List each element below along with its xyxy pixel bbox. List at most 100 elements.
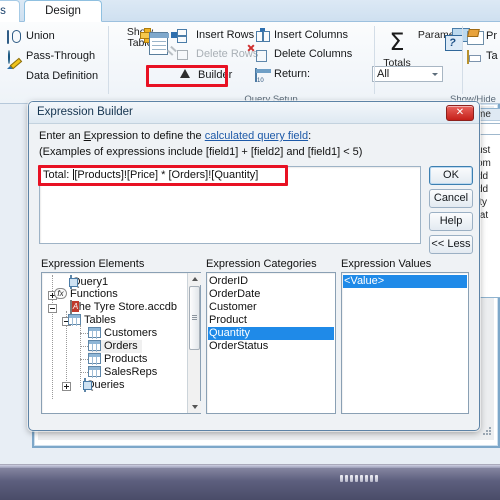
delete-columns-icon <box>247 44 270 62</box>
expression-value: [Products]![Price] * [Orders]![Quantity] <box>74 169 259 181</box>
expression-categories-label: Expression Categories <box>206 258 317 270</box>
ok-label: OK <box>443 169 459 181</box>
taskbar-highlight <box>0 465 500 468</box>
table-icon <box>88 340 101 352</box>
dialog-titlebar[interactable]: Expression Builder ✕ <box>29 102 479 124</box>
tree-label: SalesReps <box>104 366 158 378</box>
table-icon <box>68 314 81 326</box>
insert-rows-icon <box>171 28 192 43</box>
expression-categories-pane[interactable]: OrderID OrderDate Customer Product Quant… <box>206 272 336 414</box>
close-icon[interactable]: ✕ <box>446 105 474 121</box>
ribbon-button-insert-columns[interactable]: Insert Columns <box>254 27 348 44</box>
builder-icon <box>179 66 194 83</box>
taskbar <box>0 464 500 500</box>
query-icon <box>84 378 86 392</box>
prompt-prefix: Enter an <box>39 130 84 142</box>
tab-design[interactable]: Design <box>24 0 102 22</box>
tree-item-products[interactable]: Products <box>88 353 147 366</box>
tree-label: Functions <box>70 288 118 300</box>
insert-columns-icon <box>255 28 270 43</box>
ribbon-return-row: Return: <box>254 66 310 83</box>
prompt-text: Enter an Expression to define the calcul… <box>39 130 311 142</box>
table-icon <box>88 353 101 365</box>
dialog-title: Expression Builder <box>37 106 133 118</box>
examples-text: (Examples of expressions include [field1… <box>39 146 363 158</box>
table-icon <box>88 327 101 339</box>
ribbon-button-delete-columns[interactable]: Delete Columns <box>247 44 353 63</box>
ribbon-tab-strip: s Design <box>0 0 500 22</box>
expression-input[interactable]: Total: [Products]![Price] * [Orders]![Qu… <box>39 166 421 244</box>
return-label: Return: <box>274 68 311 80</box>
ribbon-button-property-sheet[interactable]: Pr <box>466 28 497 45</box>
totals-button[interactable]: Σ Totals <box>376 30 418 69</box>
sigma-icon: Σ <box>389 28 405 56</box>
value-item-selected[interactable]: <Value> <box>343 275 467 288</box>
expression-elements-pane[interactable]: Query1 fx Functions A The Tyre Store.acc… <box>41 272 201 414</box>
field-list-search[interactable] <box>477 123 500 135</box>
group-show-table: Show Table <box>109 22 171 104</box>
group-totals-parameters: Σ Totals ? Parameters <box>376 22 472 104</box>
database-icon: A <box>70 300 79 314</box>
category-item[interactable]: OrderStatus <box>209 340 268 353</box>
calculated-query-field-link[interactable]: calculated query field <box>205 130 308 142</box>
ribbon-button-insert-rows[interactable]: Insert Rows <box>171 27 255 44</box>
cancel-button[interactable]: Cancel <box>429 189 473 208</box>
less-label: << Less <box>431 238 471 250</box>
taskbar-tray-grip[interactable] <box>340 475 384 483</box>
expression-values-label: Expression Values <box>341 258 432 270</box>
group-show-hide: Pr XYZ Ta Show/Hide <box>450 22 500 105</box>
help-button[interactable]: Help <box>429 212 473 231</box>
builder-label: Builder <box>198 69 233 81</box>
table-names-label: Ta <box>486 50 498 62</box>
tree-item-queries[interactable]: Queries <box>68 378 125 392</box>
window-resize-grip[interactable] <box>483 427 492 436</box>
ribbon: s Design Union Pass-Through Data Definit… <box>0 0 500 105</box>
tree-label: The Tyre Store.accdb <box>72 301 177 313</box>
tab-create-label: s <box>0 5 6 17</box>
scroll-down-icon[interactable] <box>188 401 201 413</box>
table-names-icon: XYZ <box>467 49 482 64</box>
union-label: Union <box>26 30 55 42</box>
less-button[interactable]: << Less <box>429 235 473 254</box>
tree-item-database[interactable]: A The Tyre Store.accdb <box>54 300 177 314</box>
tree-item-tables[interactable]: Tables <box>68 314 116 327</box>
category-item[interactable]: OrderDate <box>209 288 260 301</box>
union-icon <box>7 29 22 44</box>
ribbon-button-builder[interactable]: Builder <box>178 66 233 84</box>
tree-item-functions[interactable]: fx Functions <box>54 288 118 301</box>
category-item[interactable]: Customer <box>209 301 257 314</box>
category-item[interactable]: OrderID <box>209 275 248 288</box>
return-icon <box>255 67 270 82</box>
group-query-setup: Insert Rows Delete Rows Builder Insert C… <box>170 22 443 105</box>
tab-create-partial[interactable]: s <box>0 0 20 22</box>
dialog-body: Enter an Expression to define the calcul… <box>29 124 479 430</box>
expression-builder-dialog: Expression Builder ✕ Enter an Expression… <box>27 100 481 432</box>
delete-columns-label: Delete Columns <box>274 48 353 60</box>
ribbon-button-table-names[interactable]: XYZ Ta <box>466 48 498 65</box>
scroll-thumb[interactable] <box>189 286 200 350</box>
property-sheet-label: Pr <box>486 30 497 42</box>
expression-text: Total: [Products]![Price] * [Orders]![Qu… <box>43 169 258 181</box>
tree-item-customers[interactable]: Customers <box>88 327 157 340</box>
group-query-type: Union Pass-Through Data Definition <box>0 22 108 104</box>
tree-item-salesreps[interactable]: SalesReps <box>88 366 157 379</box>
insert-rows-label: Insert Rows <box>196 29 255 41</box>
delete-rows-icon <box>170 45 192 62</box>
function-icon: fx <box>54 288 67 299</box>
ribbon-button-union[interactable]: Union <box>6 28 55 45</box>
category-item-selected[interactable]: Quantity <box>208 327 334 340</box>
prompt-suffix: : <box>308 130 312 142</box>
expression-values-pane[interactable]: <Value> <box>341 272 469 414</box>
expression-elements-label: Expression Elements <box>41 258 145 270</box>
ok-button[interactable]: OK <box>429 166 473 185</box>
ribbon-body: Union Pass-Through Data Definition Show … <box>0 22 500 105</box>
query-icon <box>70 275 72 289</box>
elements-scrollbar[interactable] <box>187 273 201 413</box>
expression-prefix: Total: <box>43 169 73 181</box>
show-table-button[interactable]: Show Table <box>114 27 169 55</box>
scroll-up-icon[interactable] <box>188 273 201 285</box>
tree-item-orders[interactable]: Orders <box>88 340 142 353</box>
prompt-mid: xpression to define the <box>90 130 205 142</box>
ribbon-button-data-definition[interactable]: Data Definition <box>6 68 98 85</box>
category-item[interactable]: Product <box>209 314 247 327</box>
